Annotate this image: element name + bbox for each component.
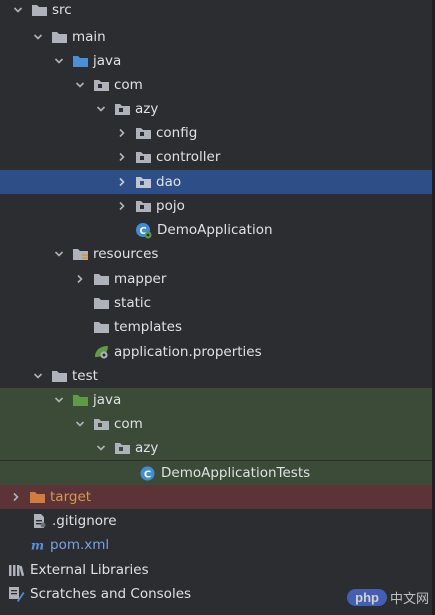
- tree-label: mapper: [114, 271, 167, 287]
- svg-text:C: C: [144, 469, 151, 480]
- tree-node-azy-test[interactable]: azy: [0, 436, 432, 460]
- folder-icon: [93, 295, 110, 311]
- watermark: php 中文网: [347, 588, 429, 607]
- folder-icon: [31, 2, 48, 18]
- package-icon: [93, 77, 110, 93]
- tree-label: Scratches and Consoles: [30, 586, 192, 602]
- tree-node-com-test[interactable]: com: [0, 412, 432, 436]
- tree-node-demo-application[interactable]: C DemoApplication: [0, 218, 432, 242]
- tree-node-resources[interactable]: resources: [0, 242, 432, 266]
- tree-label: java: [93, 53, 122, 69]
- tree-node-java-test[interactable]: java: [0, 388, 432, 412]
- test-class-icon: C: [139, 465, 156, 481]
- tree-node-target[interactable]: target: [0, 485, 432, 509]
- tree-node-pom[interactable]: m pom.xml: [0, 533, 432, 557]
- tree-label: .gitignore: [52, 513, 117, 529]
- chevron-right-icon[interactable]: [115, 175, 129, 189]
- tree-node-java-main[interactable]: java: [0, 49, 432, 73]
- chevron-down-icon[interactable]: [73, 417, 87, 431]
- chevron-down-icon[interactable]: [73, 78, 87, 92]
- package-icon: [135, 125, 152, 141]
- spring-boot-class-icon: C: [135, 222, 152, 238]
- tree-node-com-main[interactable]: com: [0, 73, 432, 97]
- tree-node-main[interactable]: main: [0, 25, 432, 49]
- tree-label: DemoApplicationTests: [161, 465, 311, 481]
- resources-folder-icon: [72, 246, 89, 262]
- chevron-down-icon[interactable]: [11, 3, 25, 17]
- watermark-text: 中文网: [389, 592, 429, 607]
- tree-label: azy: [135, 101, 159, 117]
- tree-label: azy: [135, 440, 159, 456]
- tree-label: target: [50, 489, 92, 505]
- tree-node-dao[interactable]: dao: [0, 170, 432, 194]
- chevron-right-icon[interactable]: [115, 150, 129, 164]
- tree-node-gitignore[interactable]: .gitignore: [0, 509, 432, 533]
- tree-node-config[interactable]: config: [0, 121, 432, 145]
- tree-label: com: [114, 77, 143, 93]
- package-icon: [93, 416, 110, 432]
- tree-label: controller: [156, 149, 221, 165]
- tree-node-demo-application-tests[interactable]: C DemoApplicationTests: [0, 461, 432, 485]
- package-icon: [114, 101, 131, 117]
- watermark-badge: php: [347, 589, 387, 606]
- chevron-right-icon[interactable]: [115, 199, 129, 213]
- tree-node-mapper[interactable]: mapper: [0, 267, 432, 291]
- folder-icon: [93, 319, 110, 335]
- tree-label: application.properties: [114, 344, 262, 360]
- tree-label: java: [93, 392, 122, 408]
- chevron-right-icon[interactable]: [115, 126, 129, 140]
- tree-label: com: [114, 416, 143, 432]
- tree-label: config: [156, 125, 198, 141]
- package-icon: [135, 174, 152, 190]
- folder-icon: [51, 368, 68, 384]
- library-icon: [8, 562, 25, 578]
- chevron-down-icon[interactable]: [94, 441, 108, 455]
- folder-icon: [93, 271, 110, 287]
- tree-label: resources: [93, 246, 159, 262]
- chevron-down-icon[interactable]: [52, 54, 66, 68]
- tree-node-pojo[interactable]: pojo: [0, 194, 432, 218]
- chevron-down-icon[interactable]: [52, 393, 66, 407]
- test-source-folder-icon: [72, 392, 89, 408]
- tree-node-src[interactable]: src: [0, 0, 432, 20]
- tree-node-external-libraries[interactable]: External Libraries: [0, 558, 432, 582]
- chevron-right-icon[interactable]: [73, 272, 87, 286]
- package-icon: [135, 149, 152, 165]
- tree-node-controller[interactable]: controller: [0, 145, 432, 169]
- scratches-icon: [8, 586, 25, 602]
- gitignore-file-icon: [31, 513, 48, 529]
- tree-label: main: [72, 29, 106, 45]
- spring-properties-icon: [93, 344, 110, 360]
- package-icon: [135, 198, 152, 214]
- tree-node-static[interactable]: static: [0, 291, 432, 315]
- tree-node-test[interactable]: test: [0, 364, 432, 388]
- chevron-down-icon[interactable]: [52, 247, 66, 261]
- tree-label: static: [114, 295, 152, 311]
- package-icon: [114, 440, 131, 456]
- tree-label: dao: [156, 174, 182, 190]
- tree-node-application-properties[interactable]: application.properties: [0, 340, 432, 364]
- chevron-down-icon[interactable]: [94, 102, 108, 116]
- tree-label: DemoApplication: [157, 222, 273, 238]
- chevron-down-icon[interactable]: [31, 30, 45, 44]
- tree-label: templates: [114, 319, 182, 335]
- chevron-down-icon[interactable]: [31, 369, 45, 383]
- excluded-folder-icon: [29, 489, 46, 505]
- folder-icon: [51, 29, 68, 45]
- tree-label: pom.xml: [50, 537, 110, 553]
- tree-label: pojo: [156, 198, 185, 214]
- tree-label: test: [72, 368, 98, 384]
- tree-label: src: [52, 2, 72, 18]
- source-folder-icon: [72, 53, 89, 69]
- maven-icon: m: [29, 537, 46, 553]
- tree-node-templates[interactable]: templates: [0, 315, 432, 339]
- chevron-right-icon[interactable]: [9, 490, 23, 504]
- tree-label: External Libraries: [30, 562, 149, 578]
- svg-text:m: m: [31, 537, 44, 552]
- tree-node-azy-main[interactable]: azy: [0, 97, 432, 121]
